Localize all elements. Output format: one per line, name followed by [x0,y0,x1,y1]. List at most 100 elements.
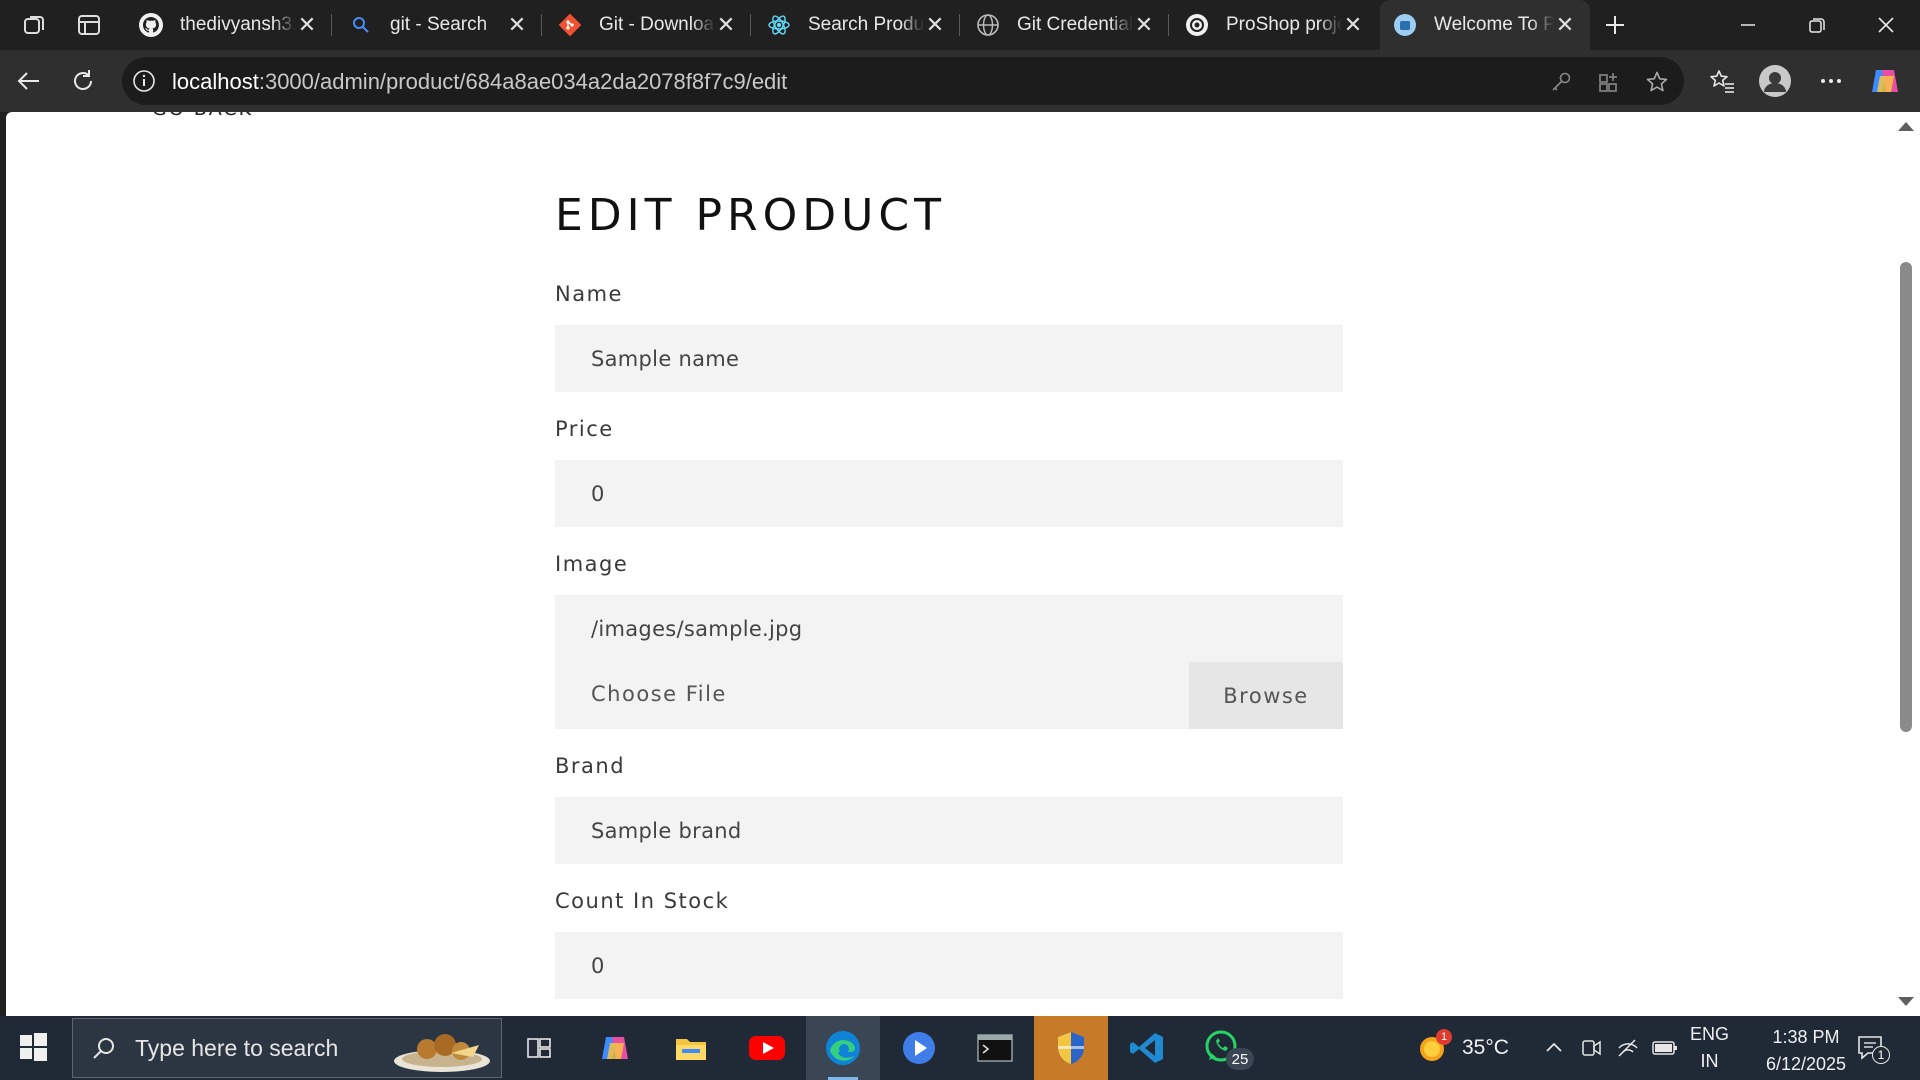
refresh-icon[interactable] [66,64,100,98]
search-icon [348,12,374,38]
site-info-icon[interactable] [132,69,156,98]
name-label: Name [555,282,623,306]
close-window-icon[interactable] [1851,0,1920,50]
name-field[interactable]: Sample name [555,325,1343,392]
profile-avatar[interactable] [1758,64,1792,98]
close-tab-icon[interactable]: ✕ [296,12,318,38]
back-icon[interactable] [12,64,46,98]
github-icon [138,12,164,38]
youtube-icon[interactable] [730,1016,804,1080]
terminal-icon[interactable] [958,1016,1032,1080]
edge-icon[interactable] [806,1016,880,1080]
favorites-icon[interactable] [1705,64,1739,98]
workspaces-icon[interactable] [20,10,50,40]
brand-label: Brand [555,754,626,778]
password-key-icon[interactable] [1548,69,1574,95]
favorite-star-icon[interactable] [1644,69,1670,95]
url-text[interactable]: localhost:3000/admin/product/684a8ae034a… [172,69,787,95]
close-tab-icon[interactable]: ✕ [1342,12,1364,38]
tab-title: git - Search [390,14,488,35]
close-tab-icon[interactable]: ✕ [924,12,946,38]
new-tab-icon[interactable] [1600,10,1630,40]
git-icon [557,12,583,38]
browser-toolbar: localhost:3000/admin/product/684a8ae034a… [0,50,1920,112]
more-options-icon[interactable] [1814,64,1848,98]
browse-button[interactable]: Browse [1189,662,1343,729]
url-host: localhost [172,69,259,94]
tab-title: ProShop project [1226,14,1342,35]
tab-title: Git - Downloads [599,14,715,35]
page-title: EDIT PRODUCT [555,190,946,241]
tab-proshop-project[interactable]: ProShop project ✕ [1172,0,1378,50]
tab-github[interactable]: thedivyansh31 ✕ [126,0,332,50]
tab-search-products[interactable]: Search Products ✕ [754,0,960,50]
url-path: :3000/admin/product/684a8ae034a2da2078f8… [258,69,788,94]
task-view-icon[interactable] [502,1016,576,1080]
image-label: Image [555,552,629,576]
taskbar-search-box[interactable]: Type here to search [72,1018,502,1078]
whatsapp-icon[interactable]: 25 [1186,1016,1260,1080]
windows-taskbar: Type here to search 25 1 35°C ENG IN 1:3… [0,1016,1920,1080]
notification-center-icon[interactable]: 1 [1856,1016,1890,1080]
brand-field[interactable]: Sample brand [555,797,1343,864]
minimize-icon[interactable] [1713,0,1783,50]
address-bar[interactable]: localhost:3000/admin/product/684a8ae034a… [122,57,1684,105]
close-tab-icon[interactable]: ✕ [1554,12,1576,38]
scroll-up-icon[interactable] [1898,122,1914,131]
price-field[interactable]: 0 [555,460,1343,527]
scroll-down-icon[interactable] [1898,997,1914,1006]
page-viewport: GO BACK EDIT PRODUCT Name Sample name Pr… [6,112,1892,1016]
weather-sun-icon: 1 [1414,1029,1452,1065]
region-code: IN [1700,1051,1719,1071]
close-tab-icon[interactable]: ✕ [506,12,528,38]
search-placeholder: Type here to search [135,1034,339,1061]
file-explorer-icon[interactable] [654,1016,728,1080]
weather-alert-badge: 1 [1436,1029,1452,1045]
language-code: ENG [1690,1024,1730,1044]
tab-title: Search Products [808,14,924,35]
vertical-tabs-icon[interactable] [74,10,104,40]
tab-strip: thedivyansh31 ✕ git - Search ✕ Git - Dow… [0,0,1920,50]
weather-widget[interactable]: 1 35°C [1414,1016,1509,1080]
react-icon [766,12,792,38]
tab-welcome-proshop[interactable]: Welcome To Pr ✕ [1380,0,1590,50]
close-tab-icon[interactable]: ✕ [715,12,737,38]
tab-title: thedivyansh31 [180,14,296,35]
search-icon [91,1035,117,1061]
count-in-stock-field[interactable]: 0 [555,932,1343,999]
search-highlight-food-icon [391,1023,493,1075]
scroll-thumb[interactable] [1900,262,1912,732]
security-shield-icon[interactable] [1034,1016,1108,1080]
notification-badge: 1 [1872,1046,1890,1064]
battery-icon[interactable] [1652,1016,1678,1080]
tab-title: Git Credential [1017,14,1133,35]
tab-git-credential[interactable]: Git Credential ✕ [963,0,1169,50]
price-label: Price [555,417,614,441]
page-scrollbar[interactable] [1892,112,1920,1016]
go-back-link[interactable]: GO BACK [152,112,253,120]
system-clock[interactable]: 1:38 PM 6/12/2025 [1744,1024,1868,1078]
tab-git-downloads[interactable]: Git - Downloads ✕ [545,0,751,50]
copilot-icon[interactable] [1868,64,1902,98]
app-available-icon[interactable] [1596,69,1622,95]
show-hidden-icons[interactable] [1544,1016,1564,1080]
wifi-icon[interactable] [1616,1016,1640,1080]
image-url-field[interactable]: /images/sample.jpg [555,595,1343,662]
media-player-icon[interactable] [882,1016,956,1080]
restore-icon[interactable] [1782,0,1852,50]
meet-now-icon[interactable] [1580,1016,1602,1080]
close-tab-icon[interactable]: ✕ [1133,12,1155,38]
globe-icon [975,12,1001,38]
clock-date: 6/12/2025 [1765,1054,1847,1074]
image-file-input[interactable]: Choose File Browse [555,662,1343,729]
language-indicator[interactable]: ENG IN [1690,1016,1729,1080]
tab-git-search[interactable]: git - Search ✕ [336,0,542,50]
copilot-app-icon[interactable] [578,1016,652,1080]
windows-start-icon[interactable] [16,1030,50,1069]
weather-temperature: 35°C [1462,1036,1509,1059]
vscode-icon[interactable] [1110,1016,1184,1080]
choose-file-label: Choose File [591,682,727,706]
openai-icon [1184,12,1210,38]
whatsapp-badge: 25 [1226,1048,1254,1070]
proshop-icon [1392,12,1418,38]
